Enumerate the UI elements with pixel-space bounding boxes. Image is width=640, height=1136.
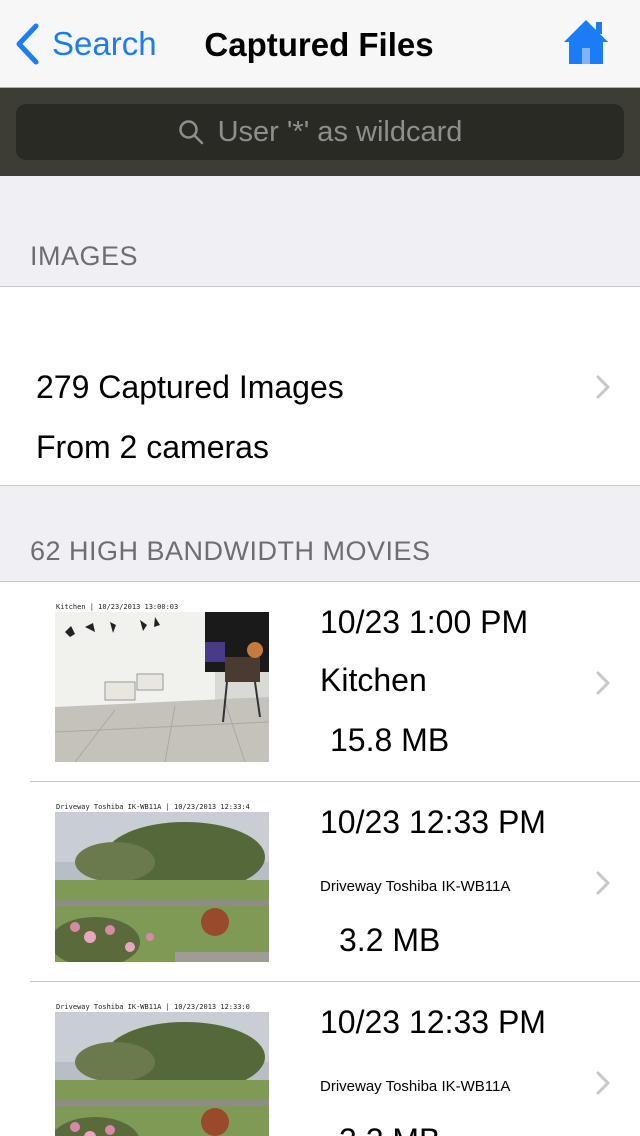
navigation-bar: Search Captured Files xyxy=(0,0,640,88)
search-bar: User '*' as wildcard xyxy=(0,88,640,176)
thumbnail-timestamp: Kitchen | 10/23/2013 13:00:03 xyxy=(55,602,269,612)
movie-thumbnail: Kitchen | 10/23/2013 13:00:03 xyxy=(55,602,269,762)
search-input[interactable]: User '*' as wildcard xyxy=(16,104,624,160)
movie-item[interactable]: Driveway Toshiba IK-WB11A | 10/23/2013 1… xyxy=(0,782,640,982)
captured-images-row[interactable]: 279 Captured Images From 2 cameras xyxy=(0,286,640,486)
movie-size: 3.2 MB xyxy=(339,1122,440,1136)
captured-images-count: 279 Captured Images xyxy=(36,369,344,405)
home-button[interactable] xyxy=(562,18,610,66)
movie-camera: Driveway Toshiba IK-WB11A xyxy=(320,1078,511,1095)
movie-time: 10/23 1:00 PM xyxy=(320,604,529,640)
chevron-right-icon xyxy=(596,1071,610,1095)
movie-time: 10/23 12:33 PM xyxy=(320,1004,546,1040)
movie-item[interactable]: Kitchen | 10/23/2013 13:00:03 10/23 1:00… xyxy=(0,582,640,782)
thumbnail-timestamp: Driveway Toshiba IK-WB11A | 10/23/2013 1… xyxy=(55,802,269,812)
images-section-header: IMAGES xyxy=(30,241,139,271)
search-icon xyxy=(178,120,203,145)
captured-images-cameras: From 2 cameras xyxy=(36,429,269,465)
movies-list: Kitchen | 10/23/2013 13:00:03 10/23 1:00… xyxy=(0,581,640,1136)
movie-camera: Driveway Toshiba IK-WB11A xyxy=(320,878,511,895)
page-title: Captured Files xyxy=(204,26,434,63)
chevron-right-icon xyxy=(596,871,610,895)
chevron-right-icon xyxy=(596,671,610,695)
movie-time: 10/23 12:33 PM xyxy=(320,804,546,840)
thumbnail-timestamp: Driveway Toshiba IK-WB11A | 10/23/2013 1… xyxy=(55,1002,269,1012)
home-icon xyxy=(564,20,608,64)
movie-thumbnail: Driveway Toshiba IK-WB11A | 10/23/2013 1… xyxy=(55,802,269,962)
movie-size: 3.2 MB xyxy=(339,922,441,958)
search-placeholder: User '*' as wildcard xyxy=(217,115,463,148)
movie-item[interactable]: Driveway Toshiba IK-WB11A | 10/23/2013 1… xyxy=(0,982,640,1136)
movie-camera: Kitchen xyxy=(320,662,427,698)
movie-size: 15.8 MB xyxy=(330,722,450,758)
movie-thumbnail: Driveway Toshiba IK-WB11A | 10/23/2013 1… xyxy=(55,1002,269,1136)
movies-section-header: 62 HIGH BANDWIDTH MOVIES xyxy=(30,536,431,566)
chevron-right-icon xyxy=(596,375,610,399)
